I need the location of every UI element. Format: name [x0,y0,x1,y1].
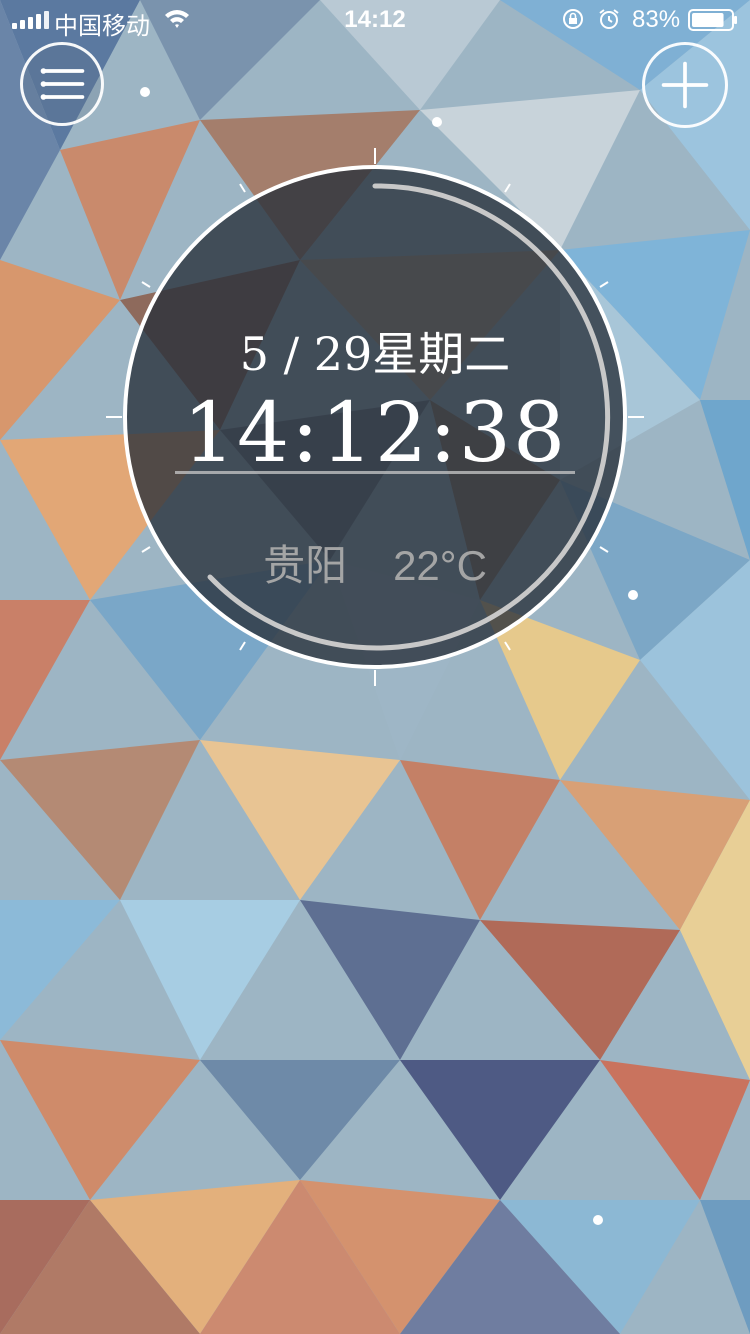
time-label: 14:12:38 [182,386,568,481]
rotation-lock-icon [563,9,583,29]
decor-dot [140,87,150,97]
clock-dial[interactable]: 5 / 29星期二 14:12:38 贵阳 22°C [100,142,650,692]
alarm-icon [599,9,619,29]
decor-dot [593,1215,603,1225]
battery-icon [688,9,737,31]
menu-icon [40,68,85,100]
status-bar: 中国移动 14:12 83% [0,0,750,40]
weather-info: 贵阳 22°C [100,532,650,593]
temperature-label: 22°C [393,542,487,589]
decor-dot [432,117,442,127]
battery-percentage: 83% [632,6,681,33]
city-label: 贵阳 [263,542,348,589]
date-label: 5 / 29星期二 [239,327,511,381]
plus-icon [661,61,709,109]
time-underline [175,471,575,474]
add-button[interactable] [642,42,728,128]
lock-screen: 中国移动 14:12 83% 5 / 29星期二 14:12:38 贵阳 22°… [0,0,750,1334]
menu-button[interactable] [20,42,104,126]
